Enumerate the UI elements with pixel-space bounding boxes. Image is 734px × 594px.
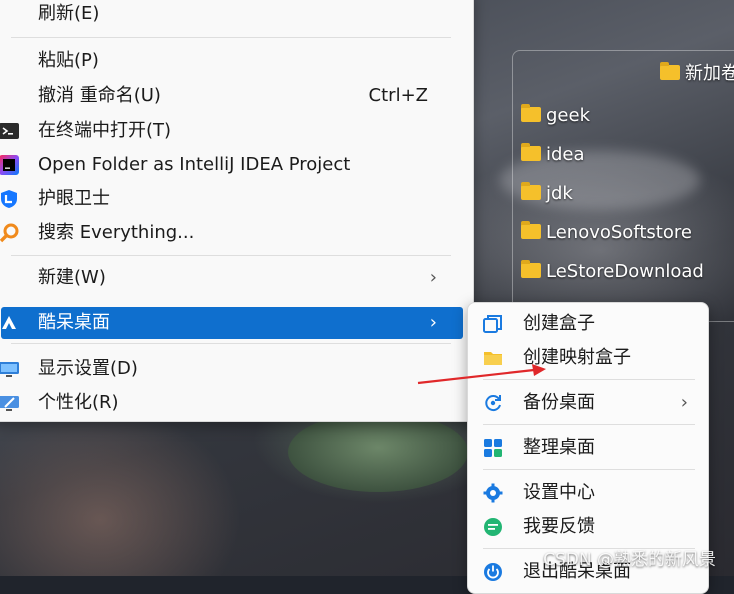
menu-item-paste[interactable]: 粘贴(P) [1,44,463,78]
menu-item-open-terminal[interactable]: 在终端中打开(T) [0,114,463,148]
menu-item-undo-rename[interactable]: 撤消 重命名(U) Ctrl+Z [1,79,463,113]
feedback-icon [484,518,502,536]
submenu-item-create-mapped-box[interactable]: 创建映射盒子 [468,341,708,375]
submenu-item-feedback[interactable]: 我要反馈 [468,510,708,544]
menu-item-kudai-desktop[interactable]: 酷呆桌面 › [1,307,463,339]
folder-label: LenovoSoftstore [546,222,692,243]
display-settings-icon [0,362,19,377]
power-icon [484,563,502,581]
menu-separator [11,343,451,344]
folder-icon [521,181,541,200]
everything-search-icon [0,223,19,243]
folder-icon [521,259,541,278]
menu-item-label: 新建(W) [38,267,106,288]
chevron-right-icon: › [429,312,437,333]
menu-item-open-intellij[interactable]: Open Folder as IntelliJ IDEA Project [0,148,463,182]
menu-item-new[interactable]: 新建(W) › [1,261,463,295]
submenu-item-settings-center[interactable]: 设置中心 [468,476,708,510]
desktop-folder[interactable]: jdk [521,181,573,207]
menu-item-label: 粘贴(P) [38,50,99,71]
organize-icon [484,439,502,457]
desktop-folder[interactable]: idea [521,142,585,168]
folder-icon [521,103,541,122]
chevron-right-icon: › [680,392,688,413]
folder-label: LeStoreDownload [546,261,704,282]
submenu-item-create-box[interactable]: 创建盒子 [468,307,708,341]
kudai-desktop-icon [2,316,16,329]
menu-item-refresh[interactable]: 刷新(E) [1,0,463,31]
watermark: CSDN @熟悉的新风景 [543,550,716,570]
menu-item-label: 在终端中打开(T) [38,120,172,141]
menu-item-everything-search[interactable]: 搜索 Everything... [0,216,463,250]
menu-separator [11,37,451,38]
menu-separator [483,424,695,425]
personalize-icon [0,396,19,411]
terminal-icon [0,123,19,139]
shortcut-text: Ctrl+Z [368,85,428,106]
gear-icon [483,483,503,503]
backup-icon [485,395,501,412]
menu-item-display-settings[interactable]: 显示设置(D) [0,352,463,386]
desktop-context-menu: 刷新(E) 粘贴(P) 撤消 重命名(U) Ctrl+Z 在终端中打开(T) O… [0,0,474,422]
desktop-folder-new-volume[interactable]: 新加卷 [660,61,734,87]
folder-label: 新加卷 [685,63,734,84]
menu-item-label: 搜索 Everything... [38,222,195,243]
menu-item-personalize[interactable]: 个性化(R) [0,386,463,420]
menu-item-eye-guard[interactable]: 护眼卫士 [1,182,463,216]
submenu-item-label: 我要反馈 [523,516,595,537]
menu-item-label: 个性化(R) [38,392,119,413]
eye-guard-icon [1,190,17,208]
chevron-right-icon: › [429,267,437,288]
folder-icon [521,220,541,239]
intellij-idea-icon [0,155,19,175]
submenu-item-label: 整理桌面 [523,437,595,458]
folder-label: idea [546,144,585,165]
folder-label: jdk [546,183,573,204]
folder-icon [660,61,680,80]
wallpaper-lily-pad [288,412,468,492]
submenu-item-label: 备份桌面 [523,392,595,413]
submenu-item-label: 创建盒子 [523,313,595,334]
folder-icon [521,142,541,161]
submenu-item-organize-desktop[interactable]: 整理桌面 [468,431,708,465]
menu-separator [483,379,695,380]
desktop-folder[interactable]: LenovoSoftstore [521,220,692,246]
menu-separator [11,255,451,256]
desktop-folder[interactable]: geek [521,103,590,129]
menu-item-label: 撤消 重命名(U) [38,85,161,106]
desktop-folder[interactable]: LeStoreDownload [521,259,704,285]
menu-item-label: 酷呆桌面 [38,312,110,333]
submenu-item-backup-desktop[interactable]: 备份桌面 › [468,386,708,420]
menu-item-label: 显示设置(D) [38,358,138,379]
box-icon [483,315,502,333]
folder-label: geek [546,105,590,126]
menu-item-label: Open Folder as IntelliJ IDEA Project [38,154,351,175]
submenu-item-label: 创建映射盒子 [523,347,631,368]
menu-item-label: 刷新(E) [38,3,100,24]
menu-item-label: 护眼卫士 [38,188,110,209]
submenu-item-label: 设置中心 [523,482,595,503]
folder-icon [484,352,502,365]
menu-separator [483,469,695,470]
